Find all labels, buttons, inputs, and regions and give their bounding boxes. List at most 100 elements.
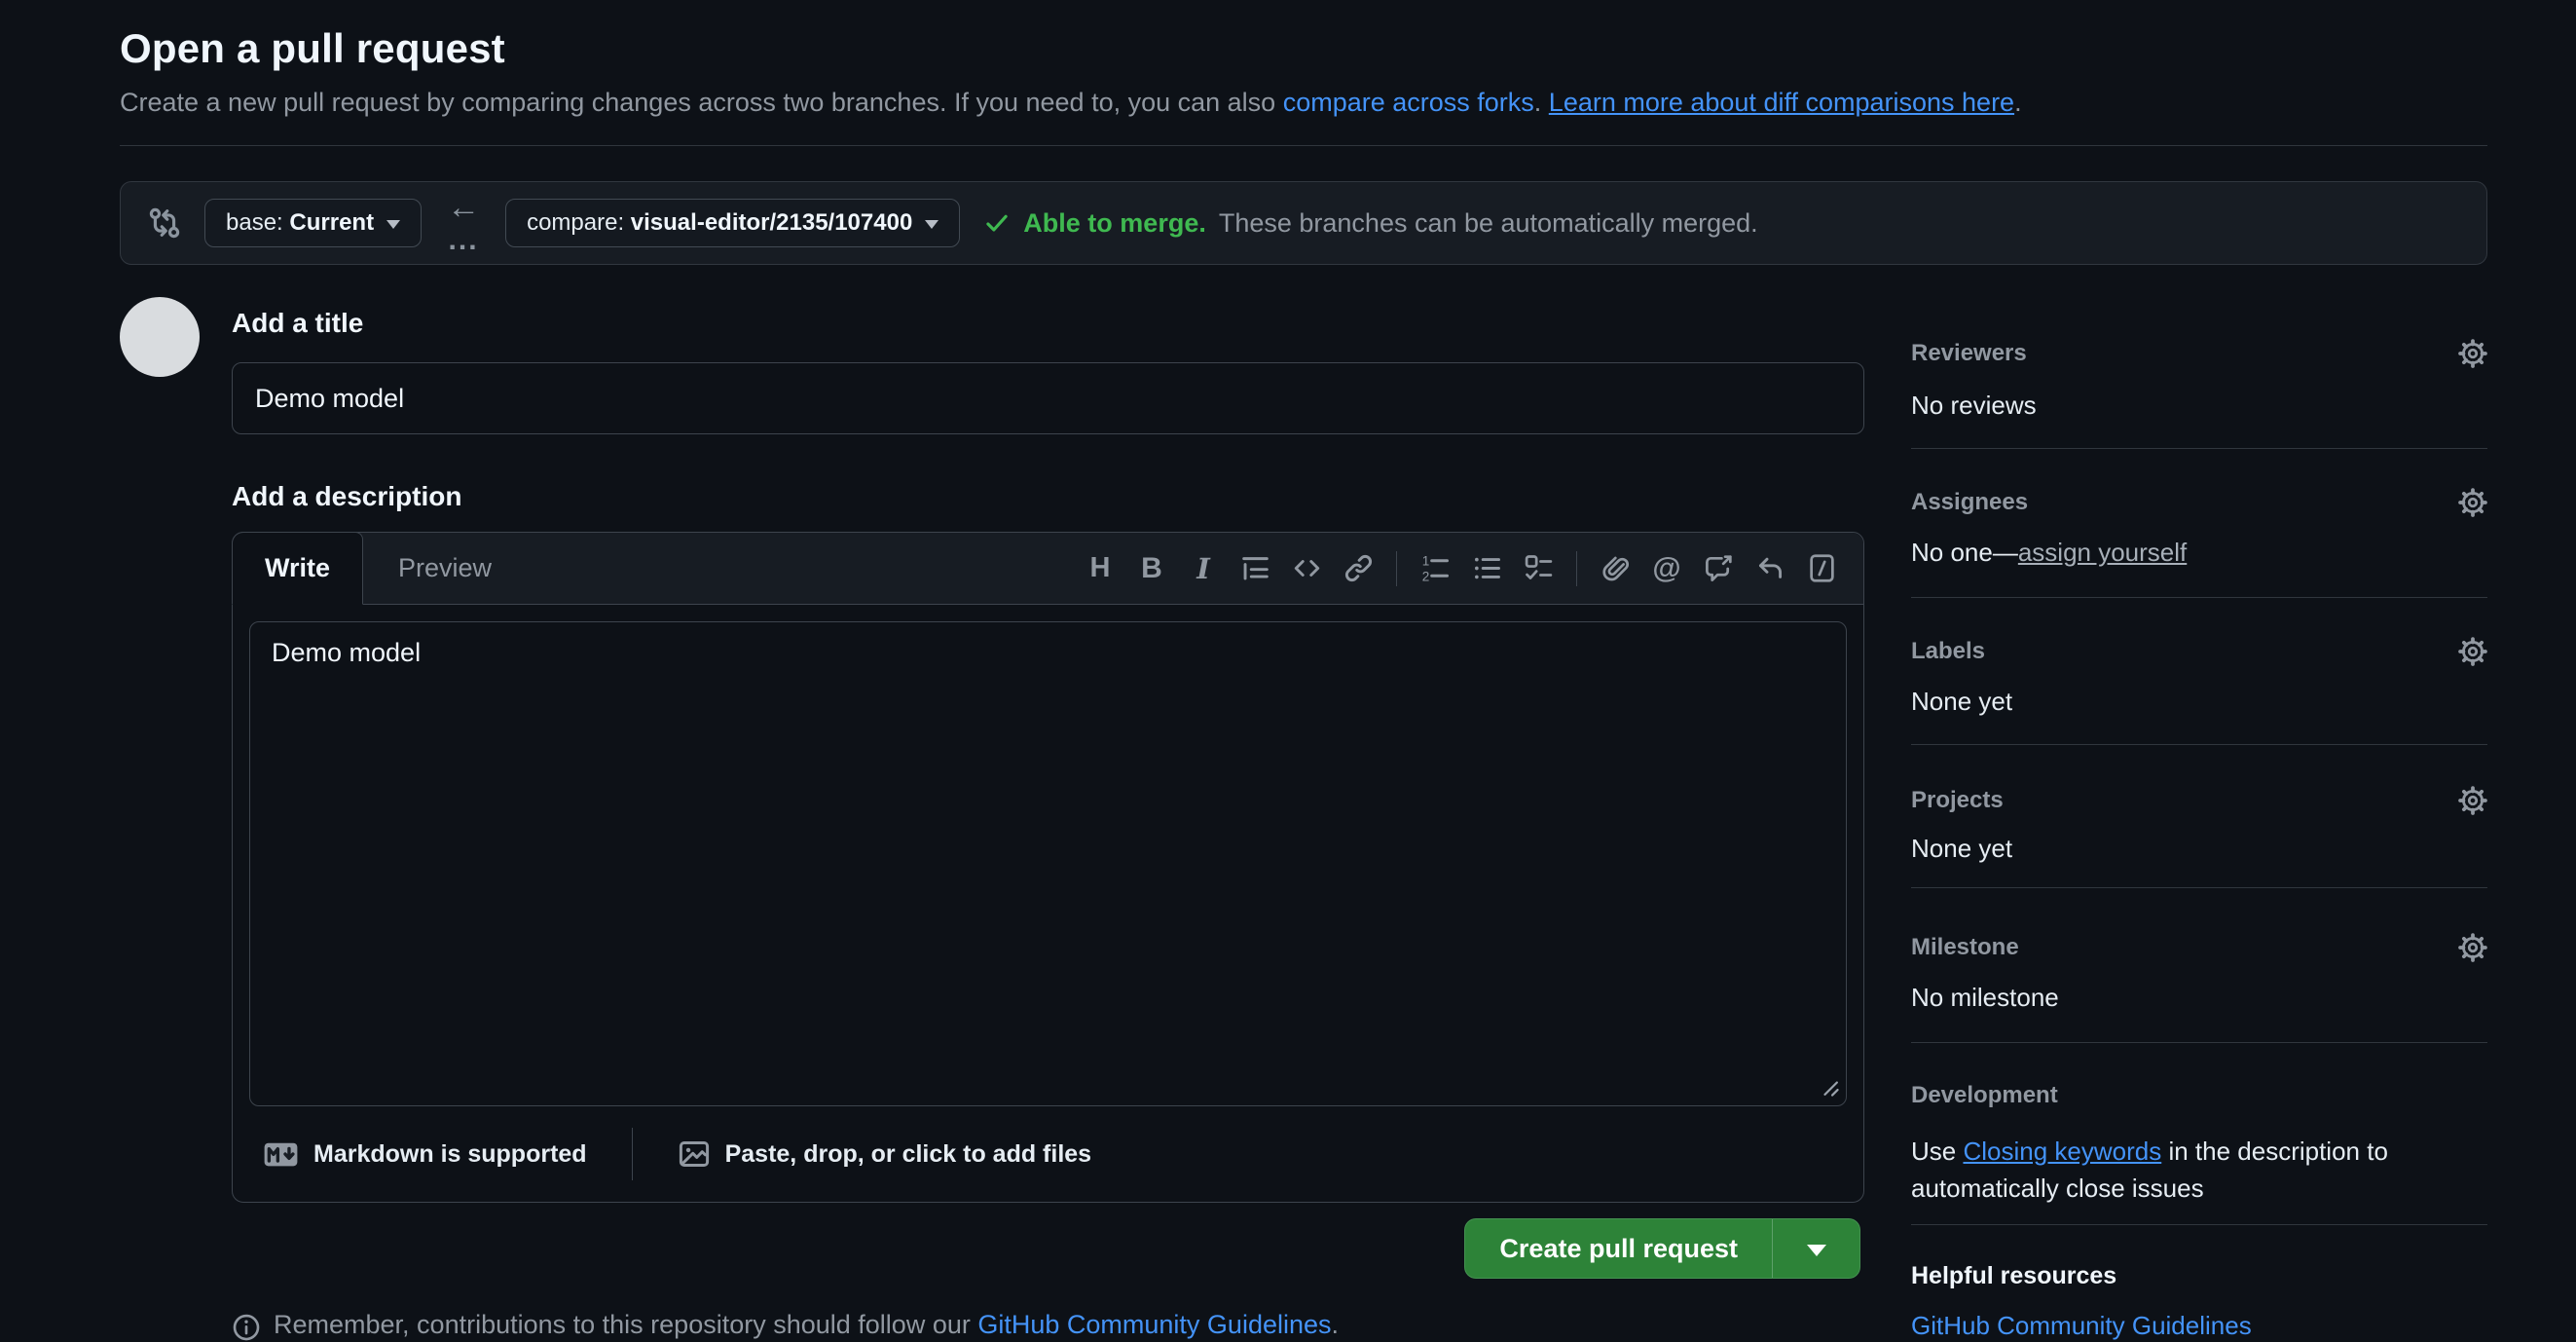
- projects-heading: Projects: [1911, 787, 2004, 814]
- sidebar-section-milestone: Milestone No milestone: [1911, 888, 2487, 1043]
- base-branch-name: Current: [289, 209, 374, 236]
- bold-icon: B: [1141, 552, 1162, 585]
- attach-files-button[interactable]: Paste, drop, or click to add files: [678, 1137, 1092, 1171]
- assignees-value: No one—: [1911, 538, 2018, 567]
- bold-button[interactable]: B: [1129, 546, 1174, 591]
- markdown-icon: [263, 1141, 299, 1168]
- labels-heading: Labels: [1911, 638, 1985, 665]
- markdown-editor: Write Preview H B I: [232, 532, 1864, 1203]
- chevron-down-icon: [386, 220, 400, 229]
- task-list-button[interactable]: [1516, 546, 1561, 591]
- left-arrow-icon: ←: [447, 191, 480, 224]
- heading-button[interactable]: H: [1078, 546, 1122, 591]
- submit-row: Create pull request: [232, 1218, 1864, 1279]
- gear-icon[interactable]: [2458, 786, 2487, 815]
- compare-label: compare:: [527, 209, 624, 236]
- unordered-list-button[interactable]: [1464, 546, 1509, 591]
- create-pull-request-button[interactable]: Create pull request: [1465, 1219, 1772, 1278]
- branch-compare-bar: base: Current ← ... compare: visual-edit…: [120, 181, 2487, 265]
- pr-form-column: Add a title Add a description Write Prev…: [120, 294, 1864, 1342]
- subtitle-text: Create a new pull request by comparing c…: [120, 88, 1283, 117]
- compare-branch-name: visual-editor/2135/107400: [631, 209, 913, 236]
- range-dots: ...: [449, 226, 479, 255]
- italic-button[interactable]: I: [1181, 546, 1226, 591]
- attach-file-button[interactable]: [1593, 546, 1638, 591]
- sidebar-section-projects: Projects None yet: [1911, 745, 2487, 888]
- slash-command-button[interactable]: [1799, 546, 1844, 591]
- tab-write[interactable]: Write: [232, 532, 363, 605]
- page-subtitle: Create a new pull request by comparing c…: [120, 88, 2487, 118]
- sidebar-community-guidelines-link[interactable]: GitHub Community Guidelines: [1911, 1311, 2252, 1340]
- reply-button[interactable]: [1748, 546, 1792, 591]
- quote-button[interactable]: [1233, 546, 1277, 591]
- paperclip-icon: [1601, 553, 1631, 583]
- chevron-down-icon: [1807, 1245, 1826, 1256]
- learn-more-diff-link[interactable]: Learn more about diff comparisons here: [1549, 88, 2014, 117]
- git-compare-icon: [148, 206, 181, 240]
- create-pull-request-split-button: Create pull request: [1464, 1218, 1860, 1279]
- ordered-list-button[interactable]: 1 2: [1413, 546, 1457, 591]
- check-icon: [983, 209, 1011, 237]
- slash-command-icon: [1807, 553, 1837, 583]
- attach-files-label: Paste, drop, or click to add files: [725, 1140, 1092, 1169]
- markdown-toolbar: H B I: [1078, 533, 1863, 604]
- merge-status: Able to merge. These branches can be aut…: [983, 208, 1757, 239]
- sidebar-section-reviewers: Reviewers No reviews: [1911, 294, 2487, 449]
- base-branch-selector[interactable]: base: Current: [204, 199, 422, 247]
- gear-icon[interactable]: [2458, 637, 2487, 666]
- header-divider: [120, 145, 2487, 146]
- task-list-icon: [1524, 553, 1554, 583]
- page-header: Open a pull request Create a new pull re…: [120, 25, 2487, 146]
- community-guidelines-link[interactable]: GitHub Community Guidelines: [977, 1310, 1331, 1339]
- description-label: Add a description: [232, 481, 1864, 512]
- milestone-heading: Milestone: [1911, 934, 2019, 961]
- gear-icon[interactable]: [2458, 339, 2487, 368]
- reply-icon: [1755, 553, 1785, 583]
- branch-range-indicator: ← ...: [447, 191, 480, 255]
- page-title: Open a pull request: [120, 25, 2487, 72]
- cross-reference-button[interactable]: [1696, 546, 1741, 591]
- unordered-list-icon: [1472, 553, 1502, 583]
- labels-value: None yet: [1911, 686, 2487, 717]
- merge-status-bold: Able to merge.: [1023, 208, 1206, 239]
- main-content: Add a title Add a description Write Prev…: [120, 294, 2487, 1342]
- sidebar-section-helpful-resources: Helpful resources GitHub Community Guide…: [1911, 1225, 2487, 1341]
- code-button[interactable]: [1284, 546, 1329, 591]
- gear-icon[interactable]: [2458, 488, 2487, 517]
- gear-icon[interactable]: [2458, 933, 2487, 962]
- mention-button[interactable]: @: [1644, 546, 1689, 591]
- base-label: base:: [226, 209, 283, 236]
- closing-keywords-link[interactable]: Closing keywords: [1963, 1137, 2161, 1166]
- pr-description-textarea[interactable]: Demo model: [249, 621, 1847, 1106]
- create-pull-request-dropdown[interactable]: [1772, 1219, 1859, 1278]
- assign-yourself-link[interactable]: assign yourself: [2018, 538, 2187, 567]
- tab-preview[interactable]: Preview: [363, 533, 527, 604]
- mention-icon: @: [1652, 552, 1680, 585]
- subtitle-suffix: .: [2014, 88, 2022, 117]
- sidebar-section-labels: Labels None yet: [1911, 598, 2487, 745]
- info-icon: [232, 1313, 261, 1342]
- pr-title-input[interactable]: [232, 362, 1864, 434]
- editor-tab-bar: Write Preview H B I: [233, 533, 1863, 605]
- development-text: Use: [1911, 1137, 1963, 1166]
- compare-branch-selector[interactable]: compare: visual-editor/2135/107400: [505, 199, 960, 247]
- contribution-note-text: Remember, contributions to this reposito…: [274, 1310, 977, 1339]
- svg-text:2: 2: [1421, 569, 1429, 583]
- image-icon: [678, 1137, 711, 1171]
- milestone-value: No milestone: [1911, 982, 2487, 1013]
- link-button[interactable]: [1336, 546, 1380, 591]
- footer-separator: [632, 1128, 633, 1180]
- compare-across-forks-link[interactable]: compare across forks: [1283, 88, 1534, 117]
- italic-icon: I: [1196, 552, 1210, 585]
- avatar: [120, 297, 200, 377]
- markdown-supported-label: Markdown is supported: [313, 1140, 587, 1169]
- title-label: Add a title: [232, 308, 1864, 339]
- ordered-list-icon: 1 2: [1420, 553, 1451, 583]
- projects-value: None yet: [1911, 833, 2487, 864]
- editor-footer: Markdown is supported Paste, drop, or cl…: [233, 1106, 1863, 1202]
- quote-icon: [1240, 553, 1270, 583]
- pr-sidebar: Reviewers No reviews Assignees: [1911, 294, 2487, 1341]
- contribution-note: Remember, contributions to this reposito…: [232, 1310, 1864, 1342]
- toolbar-separator: [1576, 551, 1577, 586]
- markdown-supported-link[interactable]: Markdown is supported: [263, 1140, 587, 1169]
